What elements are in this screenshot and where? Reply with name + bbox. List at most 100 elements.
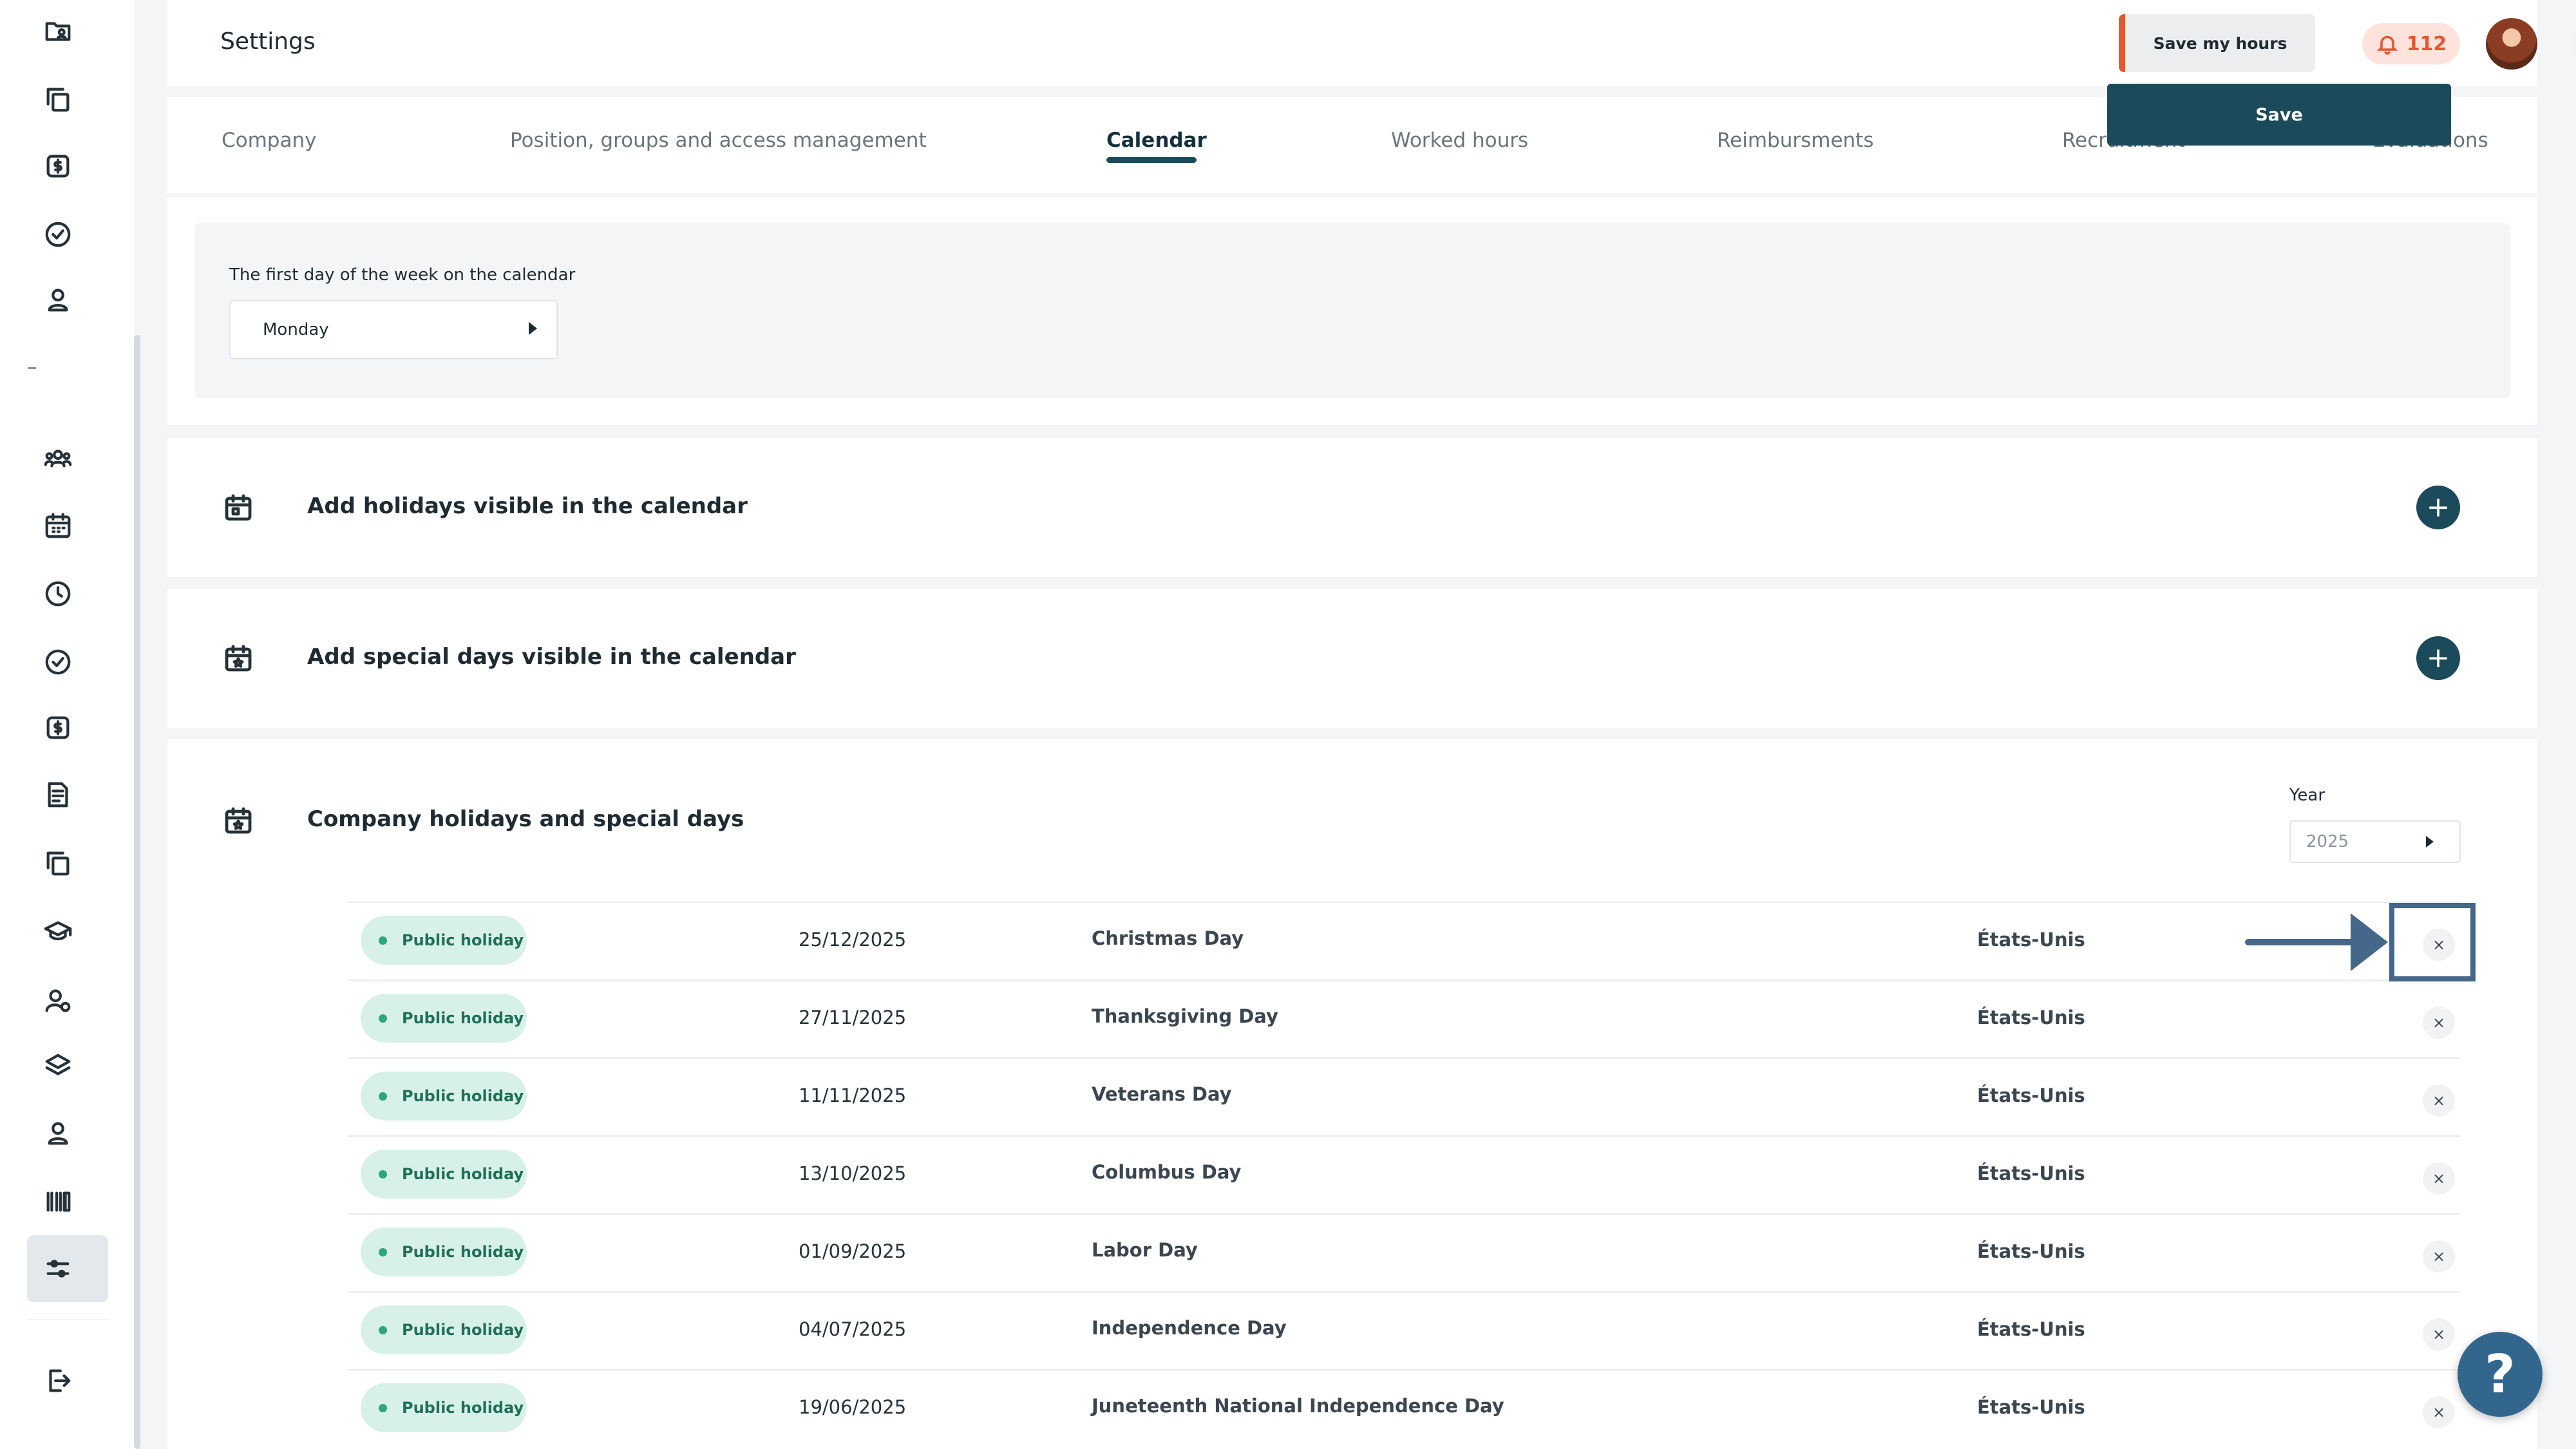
add-special-days-title: Add special days visible in the calendar: [307, 644, 796, 670]
calendar-star-icon: [223, 805, 254, 836]
delete-holiday-button[interactable]: ×: [2423, 1007, 2455, 1039]
holiday-type-badge: Public holiday: [361, 1227, 527, 1276]
tab-worked-hours[interactable]: Worked hours: [1391, 129, 1528, 152]
tab-reimbursments[interactable]: Reimbursments: [1717, 129, 1873, 152]
bell-icon: [2376, 35, 2398, 55]
holiday-type-badge: Public holiday: [361, 916, 527, 965]
dollar-icon[interactable]: [40, 710, 76, 746]
company-holidays-section: Company holidays and special days Year 2…: [167, 739, 2537, 1449]
delete-holiday-button[interactable]: ×: [2423, 1240, 2455, 1273]
user-icon[interactable]: [40, 282, 76, 318]
first-day-panel: The first day of the week on the calenda…: [194, 223, 2510, 398]
delete-holiday-button[interactable]: ×: [2423, 1396, 2455, 1428]
holiday-country: États-Unis: [1977, 1396, 2085, 1418]
holiday-country: États-Unis: [1977, 1084, 2085, 1106]
add-special-day-button[interactable]: +: [2416, 636, 2460, 680]
dollar-icon[interactable]: [40, 148, 76, 184]
folder-user-icon[interactable]: [40, 13, 76, 49]
notifications-button[interactable]: 112: [2362, 23, 2460, 64]
layers-icon[interactable]: [40, 1048, 76, 1084]
table-row: Public holiday 19/06/2025 Juneteenth Nat…: [348, 1369, 2460, 1447]
logout-icon[interactable]: [40, 1363, 76, 1399]
add-holiday-button[interactable]: +: [2416, 486, 2460, 529]
table-row: Public holiday 13/10/2025 Columbus Day É…: [348, 1135, 2460, 1213]
save-my-hours-button[interactable]: Save my hours: [2119, 14, 2315, 72]
holiday-country: États-Unis: [1977, 1318, 2085, 1340]
delete-holiday-button[interactable]: ×: [2423, 1084, 2455, 1117]
sliders-icon[interactable]: [40, 1251, 76, 1287]
user-icon[interactable]: [40, 1115, 76, 1151]
first-day-label: The first day of the week on the calenda…: [229, 265, 576, 285]
holiday-name: Veterans Day: [1092, 1083, 1232, 1105]
active-tab-indicator: [1106, 157, 1197, 163]
add-holidays-section: Add holidays visible in the calendar +: [167, 438, 2537, 577]
holiday-date: 25/12/2025: [799, 929, 907, 951]
caret-right-icon: [2426, 836, 2434, 848]
add-special-days-section: Add special days visible in the calendar…: [167, 589, 2537, 728]
help-button[interactable]: ?: [2458, 1332, 2543, 1417]
holiday-type-badge: Public holiday: [361, 994, 527, 1043]
table-row: Public holiday 01/09/2025 Labor Day État…: [348, 1213, 2460, 1291]
save-button[interactable]: Save: [2107, 84, 2451, 146]
holiday-type-badge: Public holiday: [361, 1383, 527, 1432]
top-header: Settings Save my hours 112 EN ⌄: [167, 0, 2576, 86]
holiday-name: Thanksgiving Day: [1092, 1005, 1278, 1027]
copy-icon[interactable]: [40, 81, 76, 117]
year-select[interactable]: 2025: [2289, 820, 2461, 863]
holiday-type-badge: Public holiday: [361, 1150, 527, 1198]
holiday-date: 01/09/2025: [799, 1240, 907, 1262]
holiday-name: Independence Day: [1092, 1317, 1287, 1339]
delete-holiday-button[interactable]: ×: [2423, 1318, 2455, 1350]
document-list-icon[interactable]: [40, 777, 76, 813]
holiday-name: Juneteenth National Independence Day: [1092, 1395, 1504, 1417]
clock-icon[interactable]: [40, 576, 76, 612]
first-day-value: Monday: [263, 320, 329, 339]
language-selector[interactable]: EN ⌄: [2570, 23, 2576, 64]
holiday-type-badge: Public holiday: [361, 1305, 527, 1354]
notification-count: 112: [2406, 32, 2447, 55]
holiday-name: Labor Day: [1092, 1239, 1198, 1261]
sidebar-scrollbar[interactable]: [134, 335, 140, 1449]
holiday-date: 27/11/2025: [799, 1007, 907, 1028]
barcode-icon[interactable]: [40, 1184, 76, 1220]
add-holidays-title: Add holidays visible in the calendar: [307, 493, 748, 519]
check-circle-icon[interactable]: [40, 644, 76, 680]
holiday-date: 11/11/2025: [799, 1084, 907, 1106]
holiday-country: États-Unis: [1977, 1007, 2085, 1028]
calendar-icon[interactable]: [40, 507, 76, 544]
holiday-date: 13/10/2025: [799, 1162, 907, 1184]
check-circle-icon[interactable]: [40, 216, 76, 252]
users-group-icon[interactable]: [40, 440, 76, 477]
holiday-type-badge: Public holiday: [361, 1072, 527, 1121]
holidays-table: Public holiday 25/12/2025 Christmas Day …: [348, 902, 2460, 1447]
graduation-cap-icon[interactable]: [40, 913, 76, 949]
holiday-name: Columbus Day: [1092, 1161, 1242, 1183]
user-settings-icon[interactable]: [40, 983, 76, 1019]
annotation-highlight-box: [2389, 903, 2476, 981]
delete-holiday-button[interactable]: ×: [2423, 1162, 2455, 1195]
holiday-country: États-Unis: [1977, 1162, 2085, 1184]
annotation-arrow-head: [2351, 913, 2388, 971]
year-value: 2025: [2306, 832, 2349, 851]
calendar-star-icon: [223, 643, 254, 674]
sidebar: [0, 0, 135, 1449]
avatar[interactable]: [2486, 18, 2537, 70]
first-day-card: The first day of the week on the calenda…: [167, 197, 2537, 425]
tab-calendar[interactable]: Calendar: [1106, 129, 1207, 152]
page-title: Settings: [220, 28, 316, 55]
sidebar-divider: [28, 367, 36, 369]
copy-icon[interactable]: [40, 845, 76, 881]
table-row: Public holiday 25/12/2025 Christmas Day …: [348, 902, 2460, 980]
calendar-icon: [223, 492, 254, 523]
year-label: Year: [2289, 786, 2325, 805]
first-day-select[interactable]: Monday: [229, 300, 558, 359]
holiday-country: États-Unis: [1977, 929, 2085, 951]
holiday-date: 19/06/2025: [799, 1396, 907, 1418]
tab-position-groups-access[interactable]: Position, groups and access management: [510, 129, 927, 152]
holiday-date: 04/07/2025: [799, 1318, 907, 1340]
tab-company[interactable]: Company: [222, 129, 316, 152]
table-row: Public holiday 04/07/2025 Independence D…: [348, 1291, 2460, 1369]
table-row: Public holiday 27/11/2025 Thanksgiving D…: [348, 980, 2460, 1057]
caret-right-icon: [529, 322, 537, 335]
holiday-name: Christmas Day: [1092, 927, 1244, 949]
